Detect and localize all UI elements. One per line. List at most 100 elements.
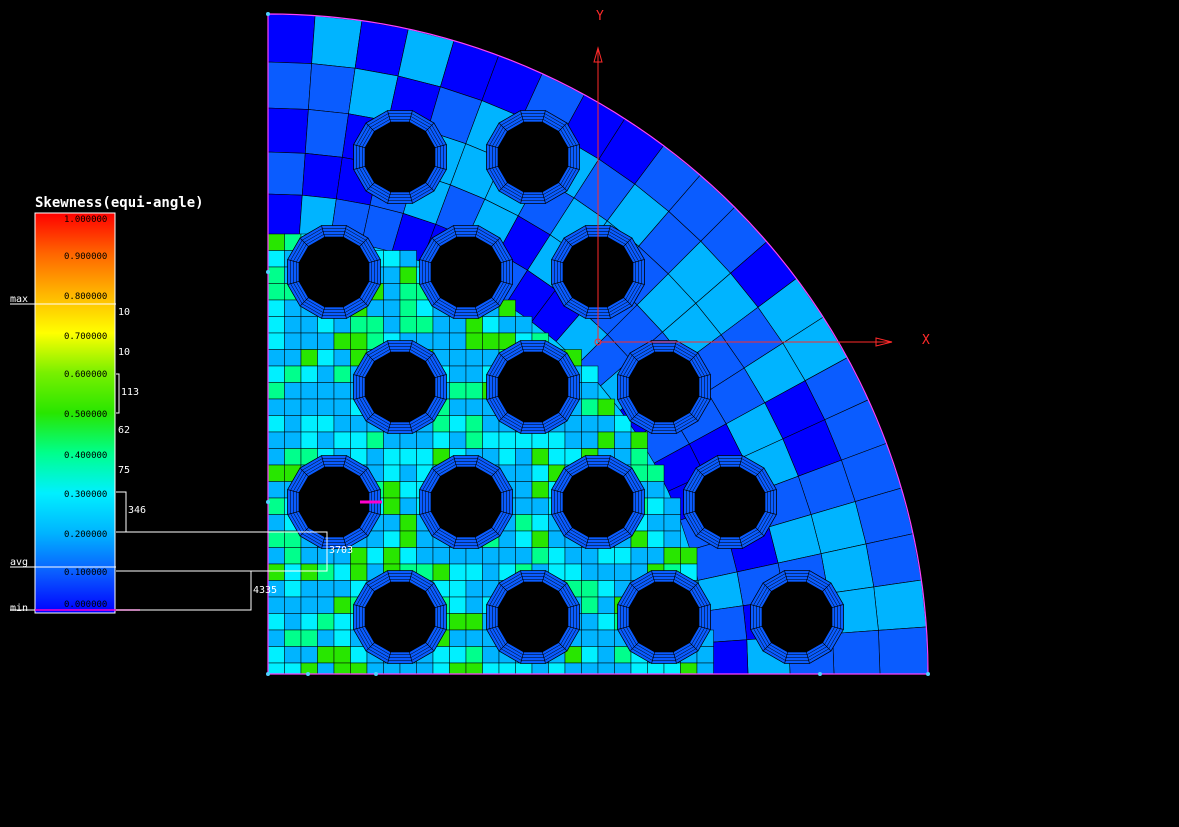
mesh-cell xyxy=(465,316,483,334)
mesh-cell xyxy=(317,613,335,631)
mesh-cell xyxy=(333,365,351,383)
mesh-cell xyxy=(432,563,450,581)
mesh-cell xyxy=(548,662,566,674)
mesh-cell xyxy=(515,316,533,334)
vertex-marker xyxy=(926,672,930,676)
bin-count: 10 xyxy=(118,347,130,358)
mesh-cell xyxy=(614,563,632,581)
bin-count: 62 xyxy=(118,425,130,436)
mesh-cell xyxy=(581,629,599,647)
tube-hole xyxy=(287,225,381,319)
mesh-cell xyxy=(465,349,483,367)
mesh-cell xyxy=(284,547,302,565)
mesh-cell xyxy=(465,547,483,565)
mesh-cell xyxy=(399,547,417,565)
mesh-cell xyxy=(663,497,681,515)
mesh-cell xyxy=(350,316,368,334)
mesh-viewport[interactable]: Y X Skewness(equi-angle) 1.000000 0.9000… xyxy=(0,0,1179,827)
mesh-cell xyxy=(383,448,401,466)
tick-label: 0.600000 xyxy=(64,370,107,380)
mesh-cell xyxy=(383,316,401,334)
mesh-cell xyxy=(317,398,335,416)
mesh-cell xyxy=(383,283,401,301)
vertex-marker xyxy=(306,672,310,676)
vertex-marker xyxy=(266,672,270,676)
mesh-cell xyxy=(284,563,302,581)
bin-count: 113 xyxy=(121,387,139,398)
mesh-cell xyxy=(268,398,285,416)
mesh-cell xyxy=(581,662,599,674)
tick-label: 0.900000 xyxy=(64,252,107,262)
mesh-cell xyxy=(482,415,500,433)
mesh-cell xyxy=(268,151,306,196)
mesh-cell xyxy=(581,563,599,581)
mesh-cell xyxy=(333,332,351,350)
mesh-cell xyxy=(350,662,368,674)
mesh-cell xyxy=(465,431,483,449)
mesh-cell xyxy=(383,662,401,674)
mesh-cell xyxy=(300,613,318,631)
mesh-cell xyxy=(597,646,615,664)
mesh-cell xyxy=(531,514,549,532)
mesh-cell xyxy=(284,332,302,350)
mesh-cell xyxy=(383,299,401,317)
mesh-cell xyxy=(465,382,483,400)
mesh-cell xyxy=(597,613,615,631)
vertex-marker xyxy=(818,672,822,676)
mesh-cell xyxy=(268,596,285,614)
mesh-cell xyxy=(531,481,549,499)
mesh-cell xyxy=(317,646,335,664)
mesh-cell xyxy=(614,547,632,565)
mesh-cell xyxy=(449,365,467,383)
mesh-cell xyxy=(311,15,363,69)
tick-label: 0.000000 xyxy=(64,600,107,610)
mesh-cell xyxy=(531,497,549,515)
mesh-cell xyxy=(449,316,467,334)
mesh-cell xyxy=(300,365,318,383)
mesh-cell xyxy=(581,547,599,565)
mesh-cell xyxy=(531,547,549,565)
tick-label: 0.500000 xyxy=(64,410,107,420)
mesh-cell xyxy=(399,481,417,499)
mesh-cell xyxy=(268,563,285,581)
mesh-cell xyxy=(449,547,467,565)
mesh-cell xyxy=(465,613,483,631)
mesh-cell xyxy=(317,662,335,674)
mesh-cell xyxy=(581,596,599,614)
mesh-cell xyxy=(498,448,516,466)
mesh-cell xyxy=(597,662,615,674)
tube-hole xyxy=(353,570,447,664)
vertex-marker xyxy=(266,270,270,274)
mesh-cell xyxy=(630,448,648,466)
mesh-cell xyxy=(581,365,599,383)
mesh-cell xyxy=(465,596,483,614)
mesh-cell xyxy=(449,349,467,367)
mesh-cell xyxy=(465,646,483,664)
mesh-cell xyxy=(581,398,599,416)
mesh-cell xyxy=(317,316,335,334)
mesh-cell xyxy=(647,464,665,482)
mesh-cell xyxy=(465,580,483,598)
mesh-cell xyxy=(383,464,401,482)
mesh-cell xyxy=(482,547,500,565)
mesh-cell xyxy=(416,316,434,334)
mesh-cell xyxy=(317,629,335,647)
mesh-cell xyxy=(333,646,351,664)
mesh-cell xyxy=(268,448,285,466)
mesh-cell xyxy=(399,514,417,532)
mesh-cell xyxy=(366,448,384,466)
mesh-cell xyxy=(597,580,615,598)
mesh-cell xyxy=(268,662,285,674)
mesh-cell xyxy=(268,283,285,301)
mesh-cell xyxy=(515,464,533,482)
mesh-cell xyxy=(449,415,467,433)
mesh-cell xyxy=(663,514,681,532)
mesh-cell xyxy=(383,547,401,565)
mesh-cell xyxy=(350,431,368,449)
mesh-cell xyxy=(268,481,285,499)
bin-count: 346 xyxy=(128,505,146,516)
mesh-cell xyxy=(597,547,615,565)
mesh-cell xyxy=(317,382,335,400)
max-marker-label: max xyxy=(10,294,28,305)
mesh-cell xyxy=(399,530,417,548)
